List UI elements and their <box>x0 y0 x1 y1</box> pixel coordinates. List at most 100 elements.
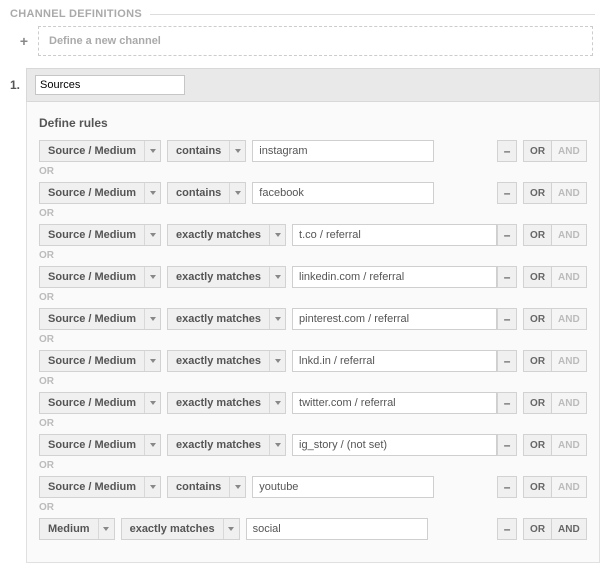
or-toggle-button[interactable]: OR <box>523 476 551 498</box>
or-toggle-button[interactable]: OR <box>523 392 551 414</box>
field-dropdown[interactable]: Medium <box>39 518 115 540</box>
chevron-down-icon <box>144 309 160 329</box>
remove-rule-button[interactable]: – <box>497 224 517 246</box>
value-input[interactable] <box>292 350 497 372</box>
or-toggle-button[interactable]: OR <box>523 224 551 246</box>
or-separator: OR <box>39 292 587 303</box>
rule-row: Source / Medium exactly matches – OR AND <box>39 350 587 372</box>
remove-rule-button[interactable]: – <box>497 182 517 204</box>
field-dropdown[interactable]: Source / Medium <box>39 350 161 372</box>
chevron-down-icon <box>98 519 114 539</box>
and-toggle-button: AND <box>551 476 587 498</box>
or-toggle-button[interactable]: OR <box>523 350 551 372</box>
or-toggle-button[interactable]: OR <box>523 434 551 456</box>
operator-dropdown[interactable]: exactly matches <box>167 224 286 246</box>
remove-rule-button[interactable]: – <box>497 140 517 162</box>
value-input[interactable] <box>246 518 428 540</box>
field-dropdown[interactable]: Source / Medium <box>39 140 161 162</box>
rule-row: Source / Medium exactly matches – OR AND <box>39 308 587 330</box>
new-channel-row: + Define a new channel <box>0 26 605 68</box>
operator-dropdown[interactable]: exactly matches <box>167 350 286 372</box>
rule-row: Source / Medium contains – OR AND <box>39 476 587 498</box>
or-separator: OR <box>39 502 587 513</box>
rule-row: Source / Medium exactly matches – OR AND <box>39 266 587 288</box>
operator-dropdown[interactable]: exactly matches <box>167 434 286 456</box>
chevron-down-icon <box>269 393 285 413</box>
or-toggle-button[interactable]: OR <box>523 140 551 162</box>
and-toggle-button: AND <box>551 140 587 162</box>
operator-dropdown[interactable]: contains <box>167 476 246 498</box>
channel-index: 1. <box>10 68 26 92</box>
operator-dropdown[interactable]: exactly matches <box>167 308 286 330</box>
add-channel-plus[interactable]: + <box>10 26 38 56</box>
rule-row: Source / Medium contains – OR AND <box>39 182 587 204</box>
value-input[interactable] <box>292 392 497 414</box>
chevron-down-icon <box>144 477 160 497</box>
and-toggle-button: AND <box>551 266 587 288</box>
and-toggle-button: AND <box>551 182 587 204</box>
remove-rule-button[interactable]: – <box>497 350 517 372</box>
or-separator: OR <box>39 250 587 261</box>
operator-dropdown[interactable]: exactly matches <box>167 392 286 414</box>
channel-name-bar <box>26 68 600 102</box>
chevron-down-icon <box>269 435 285 455</box>
or-separator: OR <box>39 208 587 219</box>
field-dropdown[interactable]: Source / Medium <box>39 392 161 414</box>
or-separator: OR <box>39 166 587 177</box>
or-toggle-button[interactable]: OR <box>523 518 551 540</box>
value-input[interactable] <box>292 308 497 330</box>
field-dropdown[interactable]: Source / Medium <box>39 182 161 204</box>
chevron-down-icon <box>144 141 160 161</box>
value-input[interactable] <box>252 182 434 204</box>
chevron-down-icon <box>144 183 160 203</box>
rules-heading: Define rules <box>39 116 587 130</box>
value-input[interactable] <box>252 140 434 162</box>
or-separator: OR <box>39 376 587 387</box>
value-input[interactable] <box>252 476 434 498</box>
rule-row: Source / Medium exactly matches – OR AND <box>39 434 587 456</box>
operator-dropdown[interactable]: contains <box>167 182 246 204</box>
chevron-down-icon <box>144 351 160 371</box>
field-dropdown[interactable]: Source / Medium <box>39 266 161 288</box>
or-toggle-button[interactable]: OR <box>523 308 551 330</box>
remove-rule-button[interactable]: – <box>497 434 517 456</box>
chevron-down-icon <box>229 141 245 161</box>
rule-row: Medium exactly matches – OR AND <box>39 518 587 540</box>
value-input[interactable] <box>292 266 497 288</box>
field-dropdown[interactable]: Source / Medium <box>39 308 161 330</box>
and-toggle-button[interactable]: AND <box>551 518 587 540</box>
operator-dropdown[interactable]: exactly matches <box>121 518 240 540</box>
and-toggle-button: AND <box>551 434 587 456</box>
field-dropdown[interactable]: Source / Medium <box>39 224 161 246</box>
chevron-down-icon <box>144 393 160 413</box>
or-toggle-button[interactable]: OR <box>523 182 551 204</box>
and-toggle-button: AND <box>551 224 587 246</box>
value-input[interactable] <box>292 224 497 246</box>
value-input[interactable] <box>292 434 497 456</box>
channel-name-input[interactable] <box>35 75 185 95</box>
or-separator: OR <box>39 460 587 471</box>
or-separator: OR <box>39 334 587 345</box>
define-new-channel-button[interactable]: Define a new channel <box>38 26 593 56</box>
chevron-down-icon <box>144 267 160 287</box>
chevron-down-icon <box>223 519 239 539</box>
operator-dropdown[interactable]: contains <box>167 140 246 162</box>
section-header: CHANNEL DEFINITIONS <box>0 0 605 26</box>
and-toggle-button: AND <box>551 392 587 414</box>
remove-rule-button[interactable]: – <box>497 518 517 540</box>
chevron-down-icon <box>269 351 285 371</box>
remove-rule-button[interactable]: – <box>497 476 517 498</box>
rule-row: Source / Medium contains – OR AND <box>39 140 587 162</box>
chevron-down-icon <box>229 477 245 497</box>
chevron-down-icon <box>144 225 160 245</box>
operator-dropdown[interactable]: exactly matches <box>167 266 286 288</box>
chevron-down-icon <box>269 225 285 245</box>
remove-rule-button[interactable]: – <box>497 392 517 414</box>
remove-rule-button[interactable]: – <box>497 308 517 330</box>
remove-rule-button[interactable]: – <box>497 266 517 288</box>
field-dropdown[interactable]: Source / Medium <box>39 476 161 498</box>
field-dropdown[interactable]: Source / Medium <box>39 434 161 456</box>
or-toggle-button[interactable]: OR <box>523 266 551 288</box>
chevron-down-icon <box>229 183 245 203</box>
chevron-down-icon <box>269 309 285 329</box>
